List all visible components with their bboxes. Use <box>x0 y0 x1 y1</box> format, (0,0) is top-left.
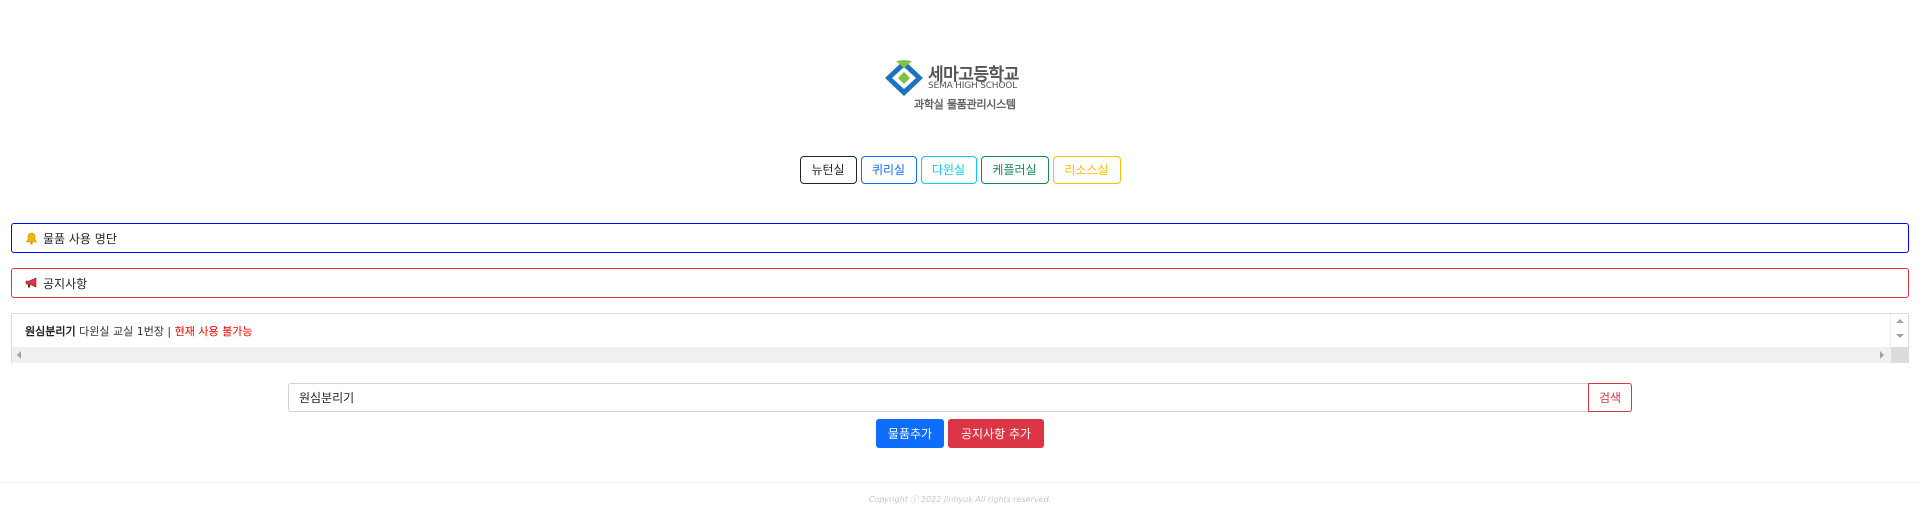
search-input[interactable] <box>288 383 1588 412</box>
school-english-name: SEMA HIGH SCHOOL <box>928 81 1017 91</box>
item-status-ticker: 원심분리기 다윈실 교실 1번장 | 현재 사용 불가능 <box>11 313 1909 363</box>
item-status: 현재 사용 불가능 <box>174 325 253 338</box>
lab-button-resource[interactable]: 리소스실 <box>1052 156 1121 184</box>
ticker-row: 원심분리기 다윈실 교실 1번장 | 현재 사용 불가능 <box>25 323 252 339</box>
search-button[interactable]: 검색 <box>1588 383 1632 412</box>
footer-divider <box>0 482 1920 483</box>
notice-bar[interactable]: 공지사항 <box>11 268 1909 298</box>
usage-list-bar[interactable]: 물품 사용 명단 <box>11 223 1909 253</box>
system-name: 과학실 물품관리시스템 <box>914 98 1016 111</box>
school-logo: 세마고등학교 SEMA HIGH SCHOOL 과학실 물품관리시스템 <box>881 56 1021 112</box>
usage-list-label: 물품 사용 명단 <box>43 231 117 246</box>
add-notice-button[interactable]: 공지사항 추가 <box>948 419 1044 448</box>
add-item-button[interactable]: 물품추가 <box>876 419 944 448</box>
lab-selector: 뉴턴실 퀴리실 다윈실 케플러실 리소스실 <box>0 156 1920 184</box>
scroll-up-arrow-icon[interactable] <box>1896 319 1904 323</box>
scrollbar-corner <box>1891 347 1908 363</box>
scroll-left-arrow-icon[interactable] <box>17 351 21 359</box>
notice-label: 공지사항 <box>43 276 88 291</box>
scroll-right-arrow-icon[interactable] <box>1880 351 1884 359</box>
item-name: 원심분리기 <box>25 325 76 338</box>
megaphone-icon <box>25 276 39 290</box>
lab-button-kepler[interactable]: 케플러실 <box>980 156 1049 184</box>
lab-button-darwin[interactable]: 다윈실 <box>920 156 977 184</box>
bell-icon <box>25 231 39 245</box>
lab-button-curie[interactable]: 퀴리실 <box>860 156 917 184</box>
horizontal-scrollbar[interactable] <box>12 347 1891 363</box>
vertical-scrollbar[interactable] <box>1890 314 1908 346</box>
copyright-text: Copyright ⓒ 2022 jinhyuk All rights rese… <box>868 495 1052 504</box>
action-buttons: 물품추가 공지사항 추가 <box>0 419 1920 448</box>
search-bar: 검색 <box>288 383 1632 412</box>
lab-button-newton[interactable]: 뉴턴실 <box>799 156 857 184</box>
item-location: 다윈실 교실 1번장 | <box>75 325 175 338</box>
school-emblem-icon <box>885 60 923 96</box>
scroll-down-arrow-icon[interactable] <box>1896 334 1904 338</box>
